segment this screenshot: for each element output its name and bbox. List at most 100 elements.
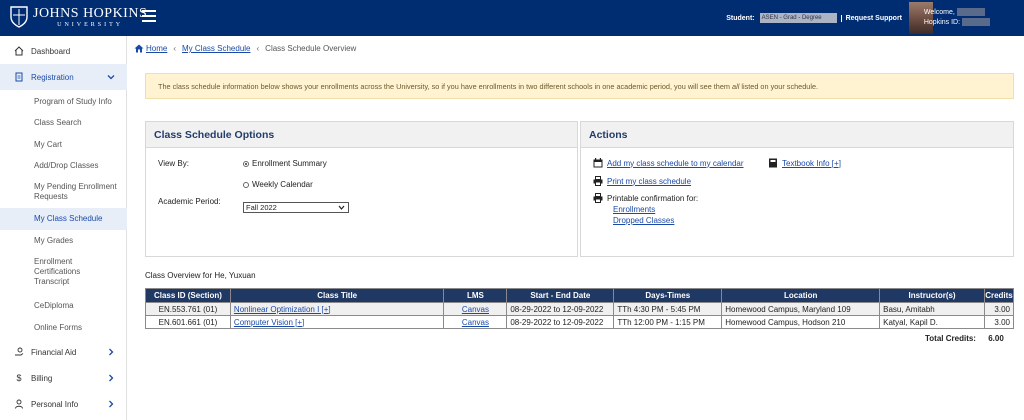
textbook-info-link[interactable]: Textbook Info [+]: [782, 159, 841, 168]
breadcrumb-home[interactable]: Home: [146, 44, 167, 53]
chevron-right-icon: [109, 400, 114, 408]
class-title-link[interactable]: Computer Vision [+]: [234, 318, 304, 327]
date-cell: 08-29-2022 to 12-09-2022: [506, 302, 615, 316]
chevron-down-icon: [107, 75, 115, 80]
printable-confirmation-label: Printable confirmation for:: [607, 193, 699, 203]
redacted-id: [962, 18, 990, 27]
class-overview-title: Class Overview for He, Yuxuan: [145, 271, 256, 280]
instructor-cell: Basu, Amitabh: [879, 302, 985, 316]
printer-icon: [593, 193, 603, 203]
logo-line2: UNIVERSITY: [57, 21, 124, 28]
print-schedule-link[interactable]: Print my class schedule: [607, 177, 691, 186]
column-header: Credits: [983, 288, 1015, 303]
class-title-link[interactable]: Nonlinear Optimization I [+]: [234, 305, 331, 314]
total-credits-value: 6.00: [988, 334, 1004, 343]
textbook-info-action[interactable]: Textbook Info [+]: [768, 158, 841, 168]
sidebar-label-financial-aid: Financial Aid: [31, 347, 77, 357]
radio-unselected-icon: [243, 181, 249, 188]
chevron-down-icon: [338, 205, 345, 210]
dropped-classes-link[interactable]: Dropped Classes: [613, 216, 674, 225]
column-header: Class Title: [229, 288, 445, 303]
lms-cell: Canvas: [443, 315, 508, 329]
sidebar-item-program-of-study[interactable]: Program of Study Info: [34, 97, 112, 107]
home-icon[interactable]: [134, 44, 144, 53]
sidebar-item-registration[interactable]: Registration: [0, 64, 127, 90]
days-times-cell: TTh 12:00 PM - 1:15 PM: [613, 315, 723, 329]
column-header: Location: [721, 288, 881, 303]
sidebar-item-class-search[interactable]: Class Search: [34, 118, 82, 128]
column-header: LMS: [443, 288, 508, 303]
column-header: Instructor(s): [879, 288, 985, 303]
table-row: EN.553.761 (01) Nonlinear Optimization I…: [145, 302, 1015, 316]
credits-cell: 3.00: [983, 315, 1015, 329]
radio-label-enrollment-summary: Enrollment Summary: [252, 159, 327, 168]
column-header: Class ID (Section): [145, 288, 231, 303]
print-schedule-action[interactable]: Print my class schedule: [593, 176, 691, 186]
sidebar-label-dashboard: Dashboard: [31, 46, 71, 56]
sidebar-item-my-class-schedule[interactable]: My Class Schedule: [34, 214, 102, 224]
hand-coin-icon: [14, 347, 24, 357]
add-calendar-action[interactable]: Add my class schedule to my calendar: [593, 158, 744, 168]
sidebar-item-pending-enrollment[interactable]: My Pending Enrollment Requests: [34, 182, 119, 202]
radio-selected-icon: [243, 160, 249, 167]
lms-link[interactable]: Canvas: [462, 318, 489, 327]
notice-text-end: listed on your schedule.: [739, 82, 819, 91]
top-bar: JOHNS HOPKINS UNIVERSITY Student: ASEN -…: [0, 0, 1024, 36]
instructor-cell: Katyal, Kapil D.: [879, 315, 985, 329]
days-times-cell: TTh 4:30 PM - 5:45 PM: [613, 302, 723, 316]
class-title-cell: Computer Vision [+]: [229, 315, 445, 329]
sidebar-item-my-cart[interactable]: My Cart: [34, 140, 62, 150]
enrollments-action[interactable]: Enrollments: [613, 205, 655, 214]
person-icon: [14, 399, 24, 409]
sidebar-item-billing[interactable]: $ Billing: [0, 365, 127, 391]
student-select[interactable]: ASEN - Grad - Degree: [759, 13, 837, 23]
request-support-link[interactable]: Request Support: [840, 14, 902, 22]
academic-period-label: Academic Period:: [158, 197, 221, 206]
enrollments-link[interactable]: Enrollments: [613, 205, 655, 214]
table-row: EN.601.661 (01) Computer Vision [+] Canv…: [145, 315, 1015, 329]
chevron-right-icon: [109, 374, 114, 382]
sidebar-item-financial-aid[interactable]: Financial Aid: [0, 339, 127, 365]
options-title: Class Schedule Options: [146, 122, 577, 148]
radio-enrollment-summary[interactable]: Enrollment Summary: [243, 159, 327, 168]
column-header: Start - End Date: [506, 288, 615, 303]
sidebar-item-add-drop[interactable]: Add/Drop Classes: [34, 161, 98, 171]
credits-cell: 3.00: [983, 302, 1015, 316]
lms-cell: Canvas: [443, 302, 508, 316]
class-id-cell: EN.553.761 (01): [145, 302, 231, 316]
location-cell: Homewood Campus, Hodson 210: [721, 315, 881, 329]
dropped-classes-action[interactable]: Dropped Classes: [613, 216, 674, 225]
sidebar-item-my-grades[interactable]: My Grades: [34, 236, 73, 246]
academic-period-select[interactable]: Fall 2022: [243, 202, 349, 213]
sidebar-item-dashboard[interactable]: Dashboard: [0, 38, 127, 64]
sidebar-label-personal-info: Personal Info: [31, 399, 79, 409]
sidebar-item-online-forms[interactable]: Online Forms: [34, 323, 82, 333]
student-label: Student:: [726, 14, 755, 22]
sidebar: Dashboard Registration Program of Study …: [0, 36, 127, 420]
sidebar-item-cediploma[interactable]: CeDiploma: [34, 301, 74, 311]
calendar-icon: [593, 158, 603, 168]
lms-link[interactable]: Canvas: [462, 305, 489, 314]
table-header-row: Class ID (Section) Class Title LMS Start…: [145, 288, 1015, 303]
welcome-text: Welcome,: [923, 9, 955, 16]
sidebar-item-personal-info[interactable]: Personal Info: [0, 391, 127, 417]
menu-icon[interactable]: [142, 10, 156, 24]
breadcrumb-my-class-schedule[interactable]: My Class Schedule: [182, 44, 250, 53]
university-logo[interactable]: JOHNS HOPKINS UNIVERSITY: [10, 6, 147, 28]
welcome-block: Welcome, Hopkins ID:: [924, 8, 990, 28]
chevron-right-icon: [109, 348, 114, 356]
sidebar-item-enrollment-certifications[interactable]: Enrollment Certifications Transcript: [34, 257, 104, 287]
class-overview-table: Class ID (Section) Class Title LMS Start…: [145, 288, 1015, 329]
location-cell: Homewood Campus, Maryland 109: [721, 302, 881, 316]
class-id-cell: EN.601.661 (01): [145, 315, 231, 329]
add-calendar-link[interactable]: Add my class schedule to my calendar: [607, 159, 744, 168]
actions-title: Actions: [581, 122, 1013, 148]
radio-label-weekly-calendar: Weekly Calendar: [252, 180, 313, 189]
radio-weekly-calendar[interactable]: Weekly Calendar: [243, 180, 313, 189]
student-area: Student: ASEN - Grad - Degree Request Su…: [726, 13, 902, 23]
class-title-cell: Nonlinear Optimization I [+]: [229, 302, 445, 316]
sidebar-label-billing: Billing: [31, 373, 53, 383]
actions-panel: Actions Add my class schedule to my cale…: [580, 121, 1014, 257]
notice-text: The class schedule information below sho…: [158, 82, 733, 91]
printer-icon: [593, 176, 603, 186]
